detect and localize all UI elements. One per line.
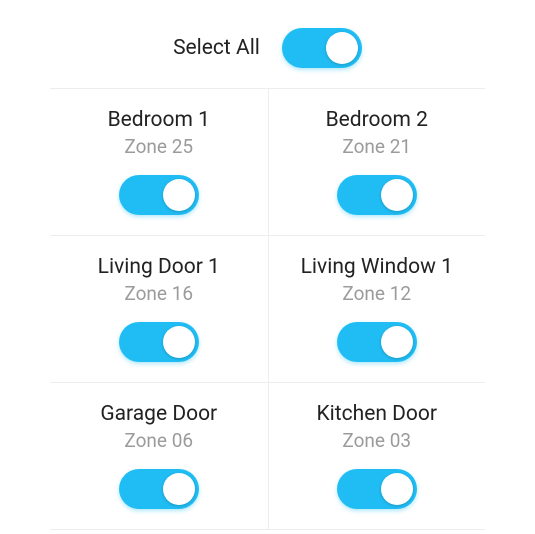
zone-cell-living-door-1: Living Door 1 Zone 16 — [50, 236, 268, 382]
toggle-knob — [381, 326, 413, 358]
zone-name: Garage Door — [100, 401, 217, 428]
zone-toggle-living-window-1[interactable] — [337, 322, 417, 362]
zone-cell-kitchen-door: Kitchen Door Zone 03 — [268, 383, 486, 529]
toggle-wrap — [337, 469, 417, 509]
zone-subtitle: Zone 06 — [124, 429, 193, 454]
zone-toggle-kitchen-door[interactable] — [337, 469, 417, 509]
zone-row: Living Door 1 Zone 16 Living Window 1 Zo… — [50, 235, 485, 382]
zone-cell-bedroom-1: Bedroom 1 Zone 25 — [50, 89, 268, 235]
zone-toggle-living-door-1[interactable] — [119, 322, 199, 362]
zone-cell-living-window-1: Living Window 1 Zone 12 — [268, 236, 486, 382]
zone-subtitle: Zone 21 — [342, 135, 411, 160]
zone-cell-garage-door: Garage Door Zone 06 — [50, 383, 268, 529]
zone-subtitle: Zone 16 — [124, 282, 193, 307]
toggle-knob — [326, 32, 358, 64]
toggle-wrap — [119, 469, 199, 509]
toggle-wrap — [337, 175, 417, 215]
toggle-knob — [381, 473, 413, 505]
zone-toggle-bedroom-2[interactable] — [337, 175, 417, 215]
zone-toggle-bedroom-1[interactable] — [119, 175, 199, 215]
zone-grid: Bedroom 1 Zone 25 Bedroom 2 Zone 21 — [50, 88, 485, 530]
zone-name: Bedroom 1 — [108, 107, 210, 134]
select-all-label: Select All — [173, 36, 260, 60]
zone-toggle-garage-door[interactable] — [119, 469, 199, 509]
toggle-wrap — [119, 175, 199, 215]
zone-name: Living Door 1 — [98, 254, 220, 281]
zone-name: Living Window 1 — [301, 254, 453, 281]
zone-row: Garage Door Zone 06 Kitchen Door Zone 03 — [50, 382, 485, 529]
toggle-knob — [163, 326, 195, 358]
select-all-row: Select All — [50, 18, 485, 88]
zone-row: Bedroom 1 Zone 25 Bedroom 2 Zone 21 — [50, 89, 485, 235]
zone-subtitle: Zone 12 — [342, 282, 411, 307]
toggle-wrap — [337, 322, 417, 362]
zone-name: Kitchen Door — [316, 401, 437, 428]
toggle-knob — [163, 179, 195, 211]
toggle-knob — [163, 473, 195, 505]
zone-cell-bedroom-2: Bedroom 2 Zone 21 — [268, 89, 486, 235]
zone-selection-panel: Select All Bedroom 1 Zone 25 Bedroom 2 Z… — [0, 0, 535, 530]
toggle-wrap — [119, 322, 199, 362]
zone-name: Bedroom 2 — [326, 107, 428, 134]
toggle-knob — [381, 179, 413, 211]
zone-subtitle: Zone 25 — [124, 135, 193, 160]
zone-subtitle: Zone 03 — [342, 429, 411, 454]
select-all-toggle[interactable] — [282, 28, 362, 68]
